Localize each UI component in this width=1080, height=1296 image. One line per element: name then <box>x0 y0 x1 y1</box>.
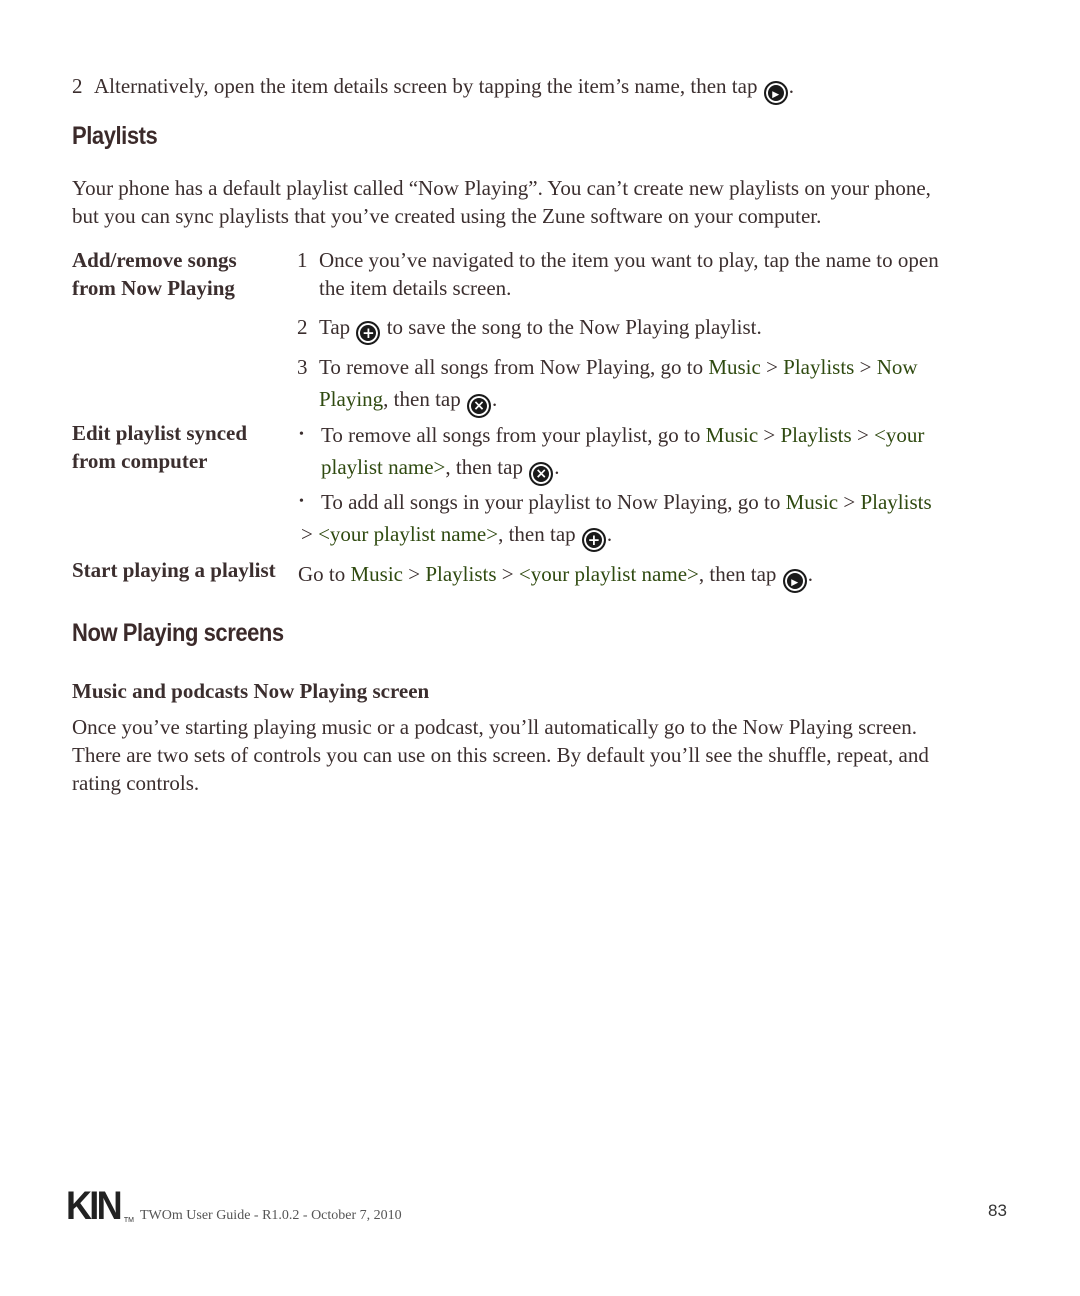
playlists-link[interactable]: Playlists <box>781 423 852 447</box>
footer-text: TWOm User Guide - R1.0.2 - October 7, 20… <box>140 1208 402 1223</box>
your-playlist-name-link-cont[interactable]: playlist name> <box>321 455 445 479</box>
step-3: 3 To remove all songs from Now Playing, … <box>297 351 1017 418</box>
trademark: TM <box>123 1217 134 1224</box>
step-number: 2 <box>72 74 83 98</box>
step-text: Alternatively, open the item details scr… <box>94 74 758 98</box>
now-playing-heading: Now Playing screens <box>72 619 284 647</box>
music-podcasts-subheading: Music and podcasts Now Playing screen <box>72 679 430 703</box>
edit-synced-bullets: • To remove all songs from your playlist… <box>297 419 1017 552</box>
start-playing-text: Go to Music > Playlists > <your playlist… <box>298 560 813 593</box>
your-playlist-name-link[interactable]: <your playlist name> <box>519 562 699 586</box>
start-playing-label: Start playing a playlist <box>72 558 276 582</box>
bullet-1: • To remove all songs from your playlist… <box>297 419 1017 486</box>
page-number: 83 <box>988 1201 1007 1220</box>
step-1: 1 Once you’ve navigated to the item you … <box>297 248 939 300</box>
step-2: 2 Tap + to save the song to the Now Play… <box>297 313 1017 345</box>
remove-icon: × <box>466 394 491 418</box>
kin-logo: KIN <box>66 1184 123 1228</box>
intro-step: 2 Alternatively, open the item details s… <box>72 72 794 105</box>
playlists-link[interactable]: Playlists <box>783 355 854 379</box>
play-icon: ▶ <box>763 81 788 105</box>
playlists-heading: Playlists <box>72 122 158 150</box>
add-remove-label: Add/remove songs from Now Playing <box>72 248 237 300</box>
edit-synced-label: Edit playlist synced from computer <box>72 421 248 473</box>
add-icon: + <box>356 321 381 345</box>
remove-icon: × <box>529 462 554 486</box>
now-playing-paragraph: Once you’ve starting playing music or a … <box>72 715 929 795</box>
play-icon: ▶ <box>782 569 807 593</box>
music-link[interactable]: Music <box>708 355 761 379</box>
add-icon: + <box>581 528 606 552</box>
bullet-2: • To add all songs in your playlist to N… <box>297 486 1017 552</box>
music-link[interactable]: Music <box>786 490 839 514</box>
footer: KIN TM TWOm User Guide - R1.0.2 - Octobe… <box>66 1186 402 1226</box>
music-link[interactable]: Music <box>351 562 404 586</box>
your-playlist-name-link[interactable]: <your <box>874 423 924 447</box>
music-link[interactable]: Music <box>706 423 759 447</box>
playlists-link[interactable]: Playlists <box>425 562 496 586</box>
playlists-link[interactable]: Playlists <box>860 490 931 514</box>
now-playing-link-cont[interactable]: Playing <box>319 387 383 411</box>
add-remove-steps: 1 Once you’ve navigated to the item you … <box>297 246 1017 418</box>
playlists-paragraph: Your phone has a default playlist called… <box>72 176 931 228</box>
your-playlist-name-link[interactable]: <your playlist name> <box>318 522 498 546</box>
now-playing-link[interactable]: Now <box>877 355 918 379</box>
